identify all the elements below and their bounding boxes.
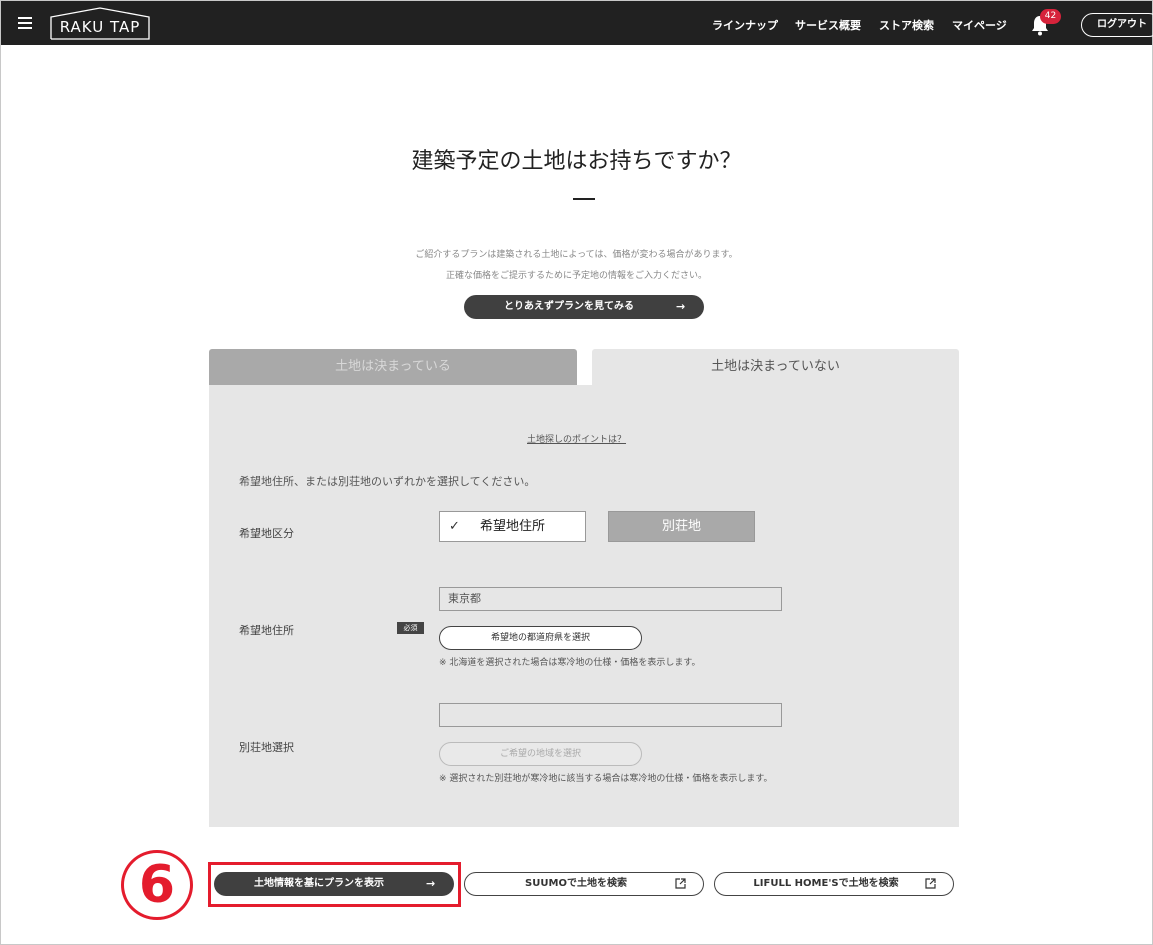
external-link-icon bbox=[675, 878, 686, 889]
skip-to-plans-button[interactable]: とりあえずプランを見てみる → bbox=[464, 295, 704, 319]
nav-service-overview[interactable]: サービス概要 bbox=[795, 17, 861, 33]
title-divider bbox=[573, 198, 595, 200]
intro-note-line1: ご紹介するプランは建築される土地によっては、価格が変わる場合があります。 bbox=[415, 250, 738, 260]
menu-icon[interactable] bbox=[18, 17, 32, 29]
lifull-search-label: LIFULL HOME'Sで土地を検索 bbox=[753, 878, 899, 889]
land-search-tips-link[interactable]: 土地探しのポイントは？ bbox=[527, 432, 626, 445]
option-desired-address-label: 希望地住所 bbox=[480, 519, 546, 534]
external-link-icon bbox=[925, 878, 936, 889]
required-badge: 必須 bbox=[397, 622, 424, 634]
suumo-search-label: SUUMOで土地を検索 bbox=[525, 878, 627, 889]
skip-to-plans-label: とりあえずプランを見てみる bbox=[504, 301, 634, 312]
form-instruction: 希望地住所、または別荘地のいずれかを選択してください。 bbox=[239, 475, 536, 488]
tab-land-decided[interactable]: 土地は決まっている bbox=[209, 349, 577, 385]
select-prefecture-button[interactable]: 希望地の都道府県を選択 bbox=[439, 626, 642, 650]
villa-field[interactable] bbox=[439, 703, 782, 727]
nav-store-search[interactable]: ストア検索 bbox=[879, 17, 934, 33]
step-number-badge: 6 bbox=[121, 850, 193, 920]
intro-note-line2: 正確な価格をご提示するために予定地の情報をご入力ください。 bbox=[445, 271, 707, 281]
tab-land-not-decided[interactable]: 土地は決まっていない bbox=[592, 349, 959, 385]
page-title: 建築予定の土地はお持ちですか？ bbox=[411, 149, 742, 174]
logo-text: RAKU TAP bbox=[59, 18, 141, 36]
option-villa[interactable]: 別荘地 bbox=[608, 511, 755, 542]
address-field[interactable]: 東京都 bbox=[439, 587, 782, 611]
villa-label: 別荘地選択 bbox=[239, 741, 294, 754]
logout-button[interactable]: ログアウト bbox=[1081, 13, 1153, 37]
option-desired-address[interactable]: ✓ 希望地住所 bbox=[439, 511, 586, 542]
villa-note: ※ 選択された別荘地が寒冷地に該当する場合は寒冷地の仕様・価格を表示します。 bbox=[439, 774, 773, 784]
highlight-box bbox=[208, 862, 461, 907]
address-note: ※ 北海道を選択された場合は寒冷地の仕様・価格を表示します。 bbox=[439, 658, 701, 668]
nav-lineup[interactable]: ラインナップ bbox=[712, 17, 778, 33]
notification-badge: 42 bbox=[1040, 9, 1061, 24]
address-label: 希望地住所 bbox=[239, 624, 294, 637]
logo[interactable]: RAKU TAP bbox=[50, 7, 150, 40]
nav-mypage[interactable]: マイページ bbox=[952, 17, 1007, 33]
check-icon: ✓ bbox=[449, 519, 460, 534]
select-region-button[interactable]: ご希望の地域を選択 bbox=[439, 742, 642, 766]
arrow-right-icon: → bbox=[676, 300, 686, 313]
category-label: 希望地区分 bbox=[239, 527, 294, 540]
top-header: RAKU TAP ラインナップ サービス概要 ストア検索 マイページ 42 ログ… bbox=[1, 1, 1153, 45]
suumo-search-button[interactable]: SUUMOで土地を検索 bbox=[464, 872, 704, 896]
lifull-search-button[interactable]: LIFULL HOME'Sで土地を検索 bbox=[714, 872, 954, 896]
